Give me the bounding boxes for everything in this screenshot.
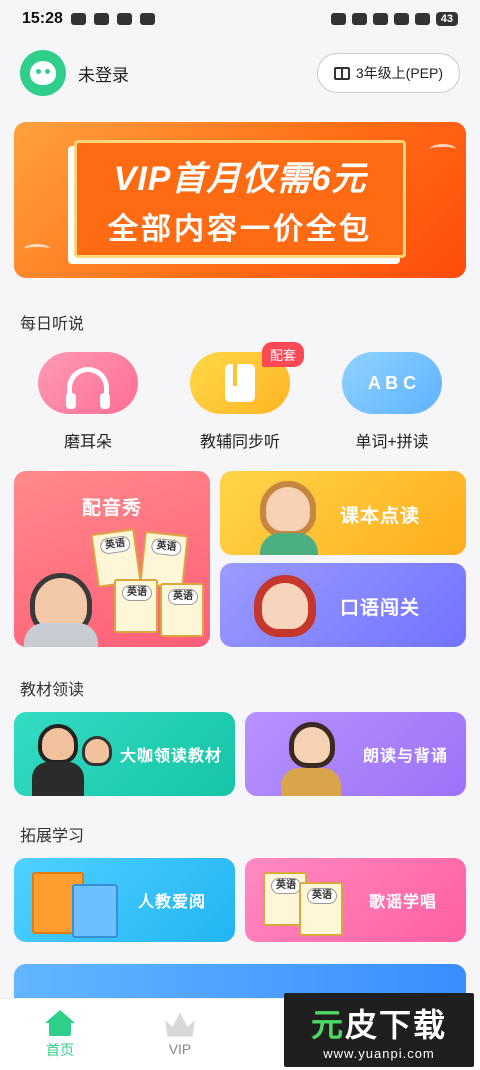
tile-pep-reading[interactable]: 人教爱阅 [14,858,235,942]
grade-selector-button[interactable]: 3年级上(PEP) [316,53,460,93]
daily-item-label: 教辅同步听 [199,434,280,451]
daily-item-ear[interactable]: 磨耳朵 [18,352,158,452]
tile-label: 大咖领读教材 [120,748,223,765]
daily-listening-list: 磨耳朵 配套 教辅同步听 A B C 单词+拼读 [0,342,480,452]
man-glasses-icon [289,722,335,768]
signal-icon [393,13,409,25]
status-bar: 15:28 43 [0,0,480,38]
tab-vip[interactable]: VIP [135,1012,225,1057]
teacher-body-icon [32,762,84,796]
vip-promo-banner[interactable]: VIP首月仅需6元 全部内容一价全包 [14,122,466,278]
badge: 配套 [261,342,304,367]
username-label: 未登录 [78,65,129,85]
textbook-row: 大咖领读教材 朗读与背诵 [14,712,466,796]
grade-label: 3年级上(PEP) [355,65,443,81]
watermark-title-a: 元 [310,1006,345,1043]
ear-pill [38,352,138,414]
tile-label: 口语闯关 [340,598,421,619]
tile-read-recite[interactable]: 朗读与背诵 [245,712,466,796]
mascot-icon [30,61,56,85]
tile-dubbing[interactable]: 配音秀 英语 英语 英语 英语 [14,471,210,647]
boy-body-icon [24,623,98,647]
girl-redhair-icon [254,575,316,637]
user-login-area[interactable]: 未登录 [20,50,129,96]
wave-decoration-icon [430,144,456,154]
tile-label: 歌谣学唱 [369,894,438,911]
feature-grid: 配音秀 英语 英语 英语 英语 课本点读 口语闯关 [14,471,466,647]
abc-icon: A B C [367,373,417,393]
book-label: 英语 [307,888,337,904]
promo-line1: VIP首月仅需6元 [113,159,367,198]
girl-character-icon [260,481,316,537]
tile-label: 人教爱阅 [138,894,207,911]
status-time: 15:28 [22,10,63,27]
promo-line2: 全部内容一价全包 [108,212,372,246]
section-title-extension: 拓展学习 [20,828,85,845]
book-label: 英语 [168,589,198,605]
textbook-image: 英语 [114,579,158,633]
home-icon [45,1009,75,1036]
send-icon [139,13,155,25]
daily-item-words[interactable]: A B C 单词+拼读 [322,352,462,452]
book-icon [225,364,255,402]
promo-card: VIP首月仅需6元 全部内容一价全包 [74,140,406,258]
book-label: 英语 [99,534,132,555]
book-icon [333,66,350,80]
extension-row: 人教爱阅 英语 英语 歌谣学唱 [14,858,466,942]
daily-item-label: 单词+拼读 [355,434,429,451]
battery-icon: 43 [435,12,458,26]
headphone-icon [66,367,110,409]
teacher-icon [38,724,78,764]
book-cover-image [72,884,118,938]
watermark-url: www.yuanpi.com [323,1045,435,1061]
teacher-icon [82,736,112,766]
man-body-icon [281,768,341,796]
avatar[interactable] [20,50,66,96]
tile-label: 配音秀 [82,498,143,519]
wave-decoration-icon [24,244,50,254]
watermark-title: 元皮下载 [311,1000,447,1046]
tile-label: 课本点读 [340,506,421,527]
section-title-textbook: 教材领读 [20,682,85,699]
textbook-image: 英语 [299,882,343,936]
girl-body-icon [260,533,318,555]
book-label: 英语 [271,878,301,894]
bluetooth-icon [372,13,388,25]
watermark-title-b: 皮下载 [345,1006,448,1043]
site-watermark: 元皮下载 www.yuanpi.com [284,993,474,1067]
book-label: 英语 [122,585,152,601]
alarm-icon [330,13,346,25]
notification-icon [70,13,86,25]
mute-icon [351,13,367,25]
mail-icon [93,13,109,25]
sync-pill: 配套 [190,342,304,414]
daily-item-label: 磨耳朵 [63,434,112,451]
words-pill: A B C [342,352,442,414]
wifi-icon [414,13,430,25]
tile-expert-reading[interactable]: 大咖领读教材 [14,712,235,796]
section-title-daily: 每日听说 [20,316,85,333]
crown-icon [165,1012,195,1037]
daily-item-sync[interactable]: 配套 教辅同步听 [170,342,310,452]
tab-label: VIP [168,1040,192,1057]
book-label: 英语 [150,537,183,557]
header: 未登录 3年级上(PEP) [20,48,460,98]
tab-home[interactable]: 首页 [15,1009,105,1060]
tile-label: 朗读与背诵 [363,748,449,765]
tile-textbook-reading[interactable]: 课本点读 [220,471,466,555]
textbook-image: 英语 [160,583,204,637]
tab-label: 首页 [46,1041,74,1058]
tile-song-learning[interactable]: 英语 英语 歌谣学唱 [245,858,466,942]
tile-oral-challenge[interactable]: 口语闯关 [220,563,466,647]
app-icon [116,13,132,25]
